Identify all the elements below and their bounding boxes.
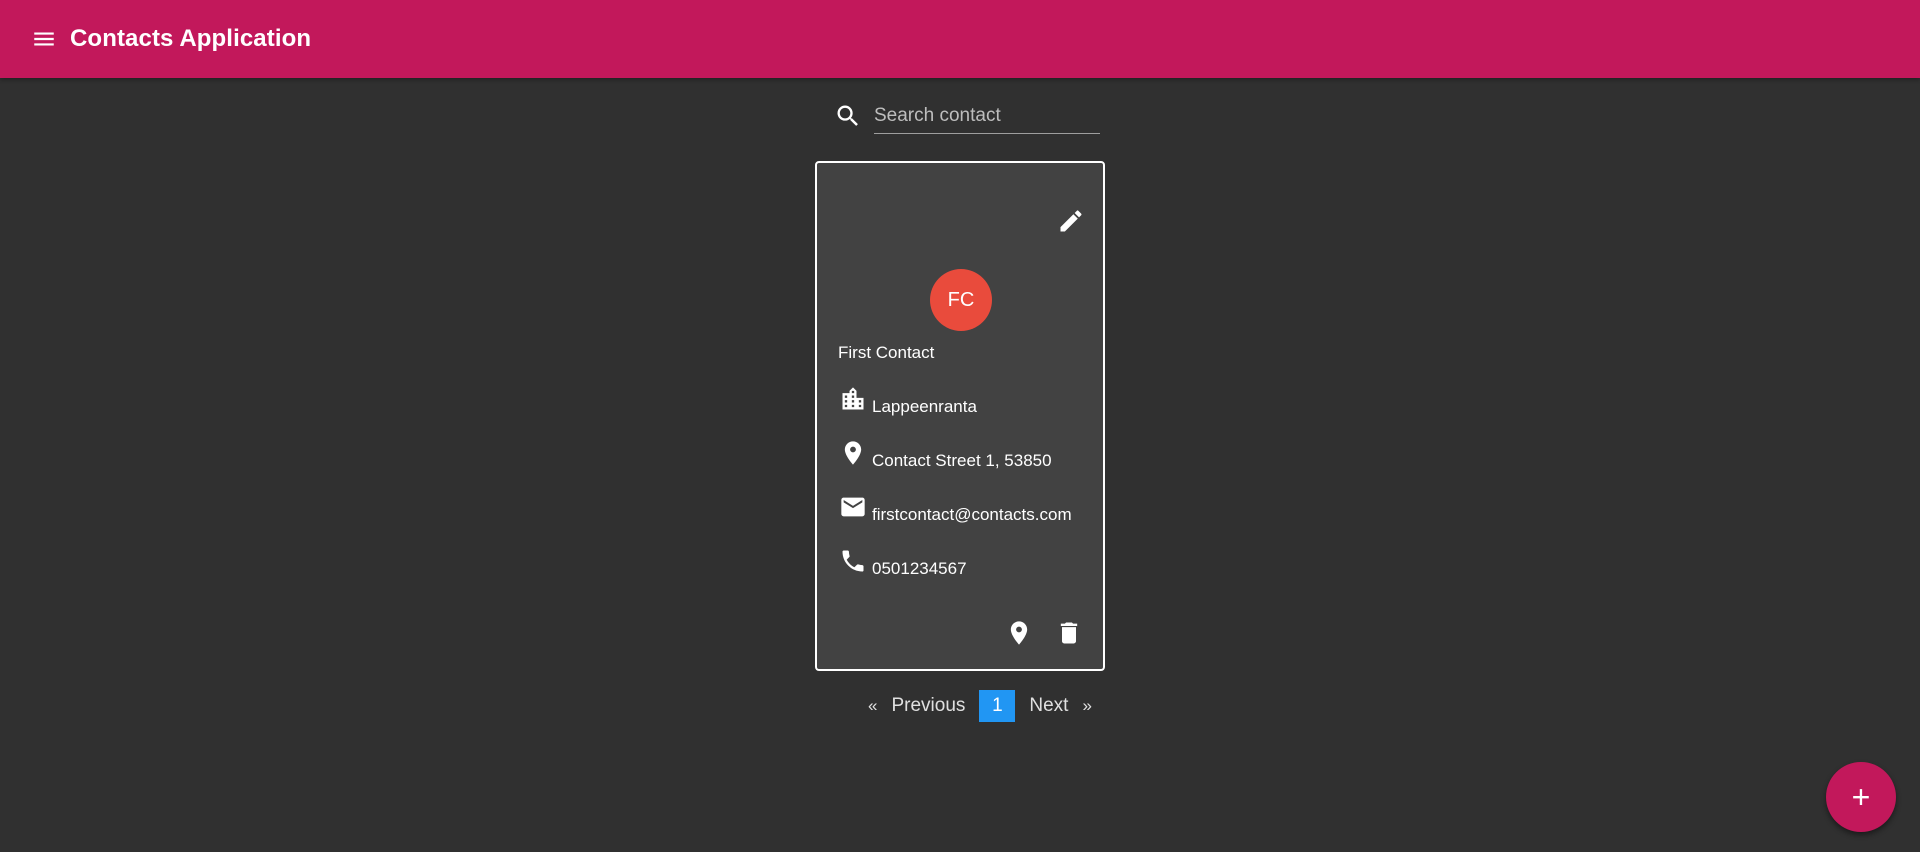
contact-city: Lappeenranta [872, 397, 977, 416]
contact-phone-row: 0501234567 [838, 547, 967, 583]
mail-icon [838, 493, 868, 523]
location-pin-icon [838, 439, 868, 469]
current-page-button[interactable]: 1 [979, 690, 1016, 722]
search-bar [830, 96, 1100, 136]
previous-page-button[interactable]: Previous [883, 695, 973, 717]
pagination: « Previous 1 Next » [862, 690, 1098, 722]
contact-address-row: Contact Street 1, 53850 [838, 439, 1052, 475]
edit-button[interactable] [1053, 203, 1089, 239]
contact-address: Contact Street 1, 53850 [872, 451, 1052, 470]
contact-card: FC First Contact Lappeenranta Contact St… [815, 161, 1105, 671]
search-icon [830, 98, 866, 134]
location-pin-icon [1010, 621, 1028, 645]
first-page-button[interactable]: « [862, 696, 883, 716]
menu-icon [34, 32, 54, 46]
search-input[interactable] [874, 98, 1100, 134]
phone-icon [838, 547, 868, 577]
app-title: Contacts Application [70, 25, 312, 52]
edit-icon [1060, 210, 1082, 232]
contact-city-row: Lappeenranta [838, 385, 977, 421]
contact-phone: 0501234567 [872, 559, 967, 578]
menu-button[interactable] [24, 19, 64, 59]
contact-name: First Contact [838, 343, 935, 362]
avatar-initials: FC [947, 288, 975, 311]
avatar: FC [930, 269, 992, 331]
add-icon: + [1851, 779, 1871, 815]
city-icon [838, 385, 868, 415]
delete-button[interactable] [1051, 615, 1087, 651]
contact-email: firstcontact@contacts.com [872, 505, 1072, 524]
add-contact-button[interactable]: + [1826, 762, 1896, 832]
contact-email-row: firstcontact@contacts.com [838, 493, 1072, 529]
next-page-button[interactable]: Next [1021, 695, 1076, 717]
trash-icon [1060, 622, 1078, 644]
show-on-map-button[interactable] [1001, 615, 1037, 651]
app-toolbar: Contacts Application [0, 0, 1920, 78]
card-actions [1001, 615, 1087, 651]
last-page-button[interactable]: » [1076, 696, 1097, 716]
